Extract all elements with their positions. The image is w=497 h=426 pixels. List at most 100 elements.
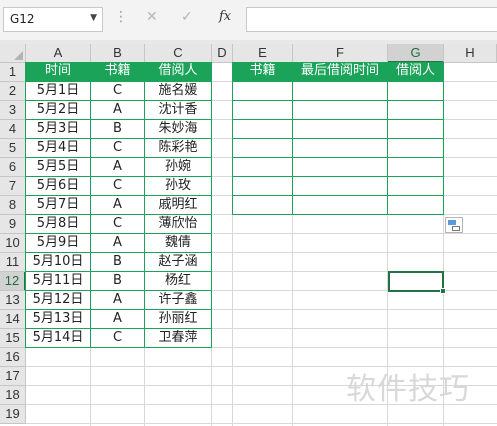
row-header-13[interactable]: 13	[0, 291, 26, 310]
table1-header-cell[interactable]: 时间	[25, 62, 91, 82]
table1-cell[interactable]: 5月2日	[25, 100, 91, 120]
table1-cell[interactable]: 赵子涵	[144, 252, 212, 272]
table2-empty-cell[interactable]	[232, 81, 293, 101]
row-header-1[interactable]: 1	[0, 63, 26, 82]
table1-cell[interactable]: A	[90, 290, 145, 310]
table1-cell[interactable]: 沈计香	[144, 100, 212, 120]
table1-cell[interactable]: C	[90, 138, 145, 158]
select-all-corner[interactable]	[0, 44, 26, 63]
selected-cell-g12[interactable]	[388, 271, 446, 294]
column-header-e[interactable]: E	[233, 44, 293, 63]
table1-cell[interactable]: 5月1日	[25, 81, 91, 101]
row-header-10[interactable]: 10	[0, 234, 26, 253]
table2-empty-cell[interactable]	[232, 119, 293, 139]
table1-cell[interactable]: 5月8日	[25, 214, 91, 234]
table2-empty-cell[interactable]	[292, 100, 388, 120]
table2-empty-cell[interactable]	[387, 157, 444, 177]
table1-cell[interactable]: A	[90, 100, 145, 120]
column-header-h[interactable]: H	[444, 44, 497, 63]
table1-cell[interactable]: 5月5日	[25, 157, 91, 177]
table1-cell[interactable]: A	[90, 233, 145, 253]
row-header-3[interactable]: 3	[0, 101, 26, 120]
table1-cell[interactable]: 5月13日	[25, 309, 91, 329]
table2-empty-cell[interactable]	[232, 100, 293, 120]
row-header-9[interactable]: 9	[0, 215, 26, 234]
row-header-17[interactable]: 17	[0, 367, 26, 386]
table1-cell[interactable]: B	[90, 271, 145, 291]
formula-input[interactable]	[246, 7, 497, 32]
table1-header-cell[interactable]: 借阅人	[144, 62, 212, 82]
table1-cell[interactable]: 陈彩艳	[144, 138, 212, 158]
table1-cell[interactable]: 孙婉	[144, 157, 212, 177]
table1-cell[interactable]: 卫春萍	[144, 328, 212, 348]
table2-empty-cell[interactable]	[292, 81, 388, 101]
column-header-b[interactable]: B	[91, 44, 145, 63]
more-vertical-icon[interactable]: ⋮	[114, 10, 128, 24]
cancel-icon[interactable]: ✕	[146, 9, 158, 25]
table1-cell[interactable]: 5月11日	[25, 271, 91, 291]
table1-cell[interactable]: 戚明红	[144, 195, 212, 215]
table1-cell[interactable]: 杨红	[144, 271, 212, 291]
enter-check-icon[interactable]: ✓	[181, 9, 193, 25]
table1-cell[interactable]: C	[90, 214, 145, 234]
table2-empty-cell[interactable]	[232, 138, 293, 158]
column-header-a[interactable]: A	[26, 44, 91, 63]
table2-empty-cell[interactable]	[387, 81, 444, 101]
row-header-18[interactable]: 18	[0, 386, 26, 405]
table1-cell[interactable]: 5月10日	[25, 252, 91, 272]
table1-cell[interactable]: 许子鑫	[144, 290, 212, 310]
table1-cell[interactable]: 5月12日	[25, 290, 91, 310]
table1-cell[interactable]: 5月7日	[25, 195, 91, 215]
table1-cell[interactable]: 5月9日	[25, 233, 91, 253]
table1-cell[interactable]: 5月3日	[25, 119, 91, 139]
row-header-7[interactable]: 7	[0, 177, 26, 196]
table1-cell[interactable]: 施名媛	[144, 81, 212, 101]
quick-analysis-icon[interactable]	[445, 217, 463, 233]
table2-header-cell[interactable]: 最后借阅时间	[292, 62, 388, 82]
table2-empty-cell[interactable]	[387, 195, 444, 215]
row-header-16[interactable]: 16	[0, 348, 26, 367]
column-header-c[interactable]: C	[145, 44, 212, 63]
table1-header-cell[interactable]: 书籍	[90, 62, 145, 82]
row-header-12[interactable]: 12	[0, 272, 26, 291]
fill-handle[interactable]	[440, 288, 446, 294]
table2-empty-cell[interactable]	[232, 176, 293, 196]
table2-empty-cell[interactable]	[292, 195, 388, 215]
table2-empty-cell[interactable]	[292, 157, 388, 177]
row-header-4[interactable]: 4	[0, 120, 26, 139]
table2-empty-cell[interactable]	[292, 119, 388, 139]
row-header-5[interactable]: 5	[0, 139, 26, 158]
table2-empty-cell[interactable]	[387, 138, 444, 158]
row-header-19[interactable]: 19	[0, 405, 26, 424]
table1-cell[interactable]: 朱妙海	[144, 119, 212, 139]
table2-empty-cell[interactable]	[387, 119, 444, 139]
table2-empty-cell[interactable]	[387, 100, 444, 120]
row-header-6[interactable]: 6	[0, 158, 26, 177]
table1-cell[interactable]: B	[90, 119, 145, 139]
column-header-g[interactable]: G	[388, 44, 444, 63]
name-box[interactable]: G12 ▼	[3, 7, 103, 32]
table1-cell[interactable]: A	[90, 157, 145, 177]
table1-cell[interactable]: A	[90, 195, 145, 215]
table1-cell[interactable]: C	[90, 328, 145, 348]
row-header-2[interactable]: 2	[0, 82, 26, 101]
row-header-15[interactable]: 15	[0, 329, 26, 348]
table1-cell[interactable]: 孙丽红	[144, 309, 212, 329]
table1-cell[interactable]: C	[90, 81, 145, 101]
table2-header-cell[interactable]: 借阅人	[387, 62, 444, 82]
table1-cell[interactable]: 5月14日	[25, 328, 91, 348]
table2-empty-cell[interactable]	[292, 176, 388, 196]
chevron-down-icon[interactable]: ▼	[90, 13, 97, 23]
column-header-f[interactable]: F	[293, 44, 388, 63]
table1-cell[interactable]: 薄欣怡	[144, 214, 212, 234]
row-header-14[interactable]: 14	[0, 310, 26, 329]
row-header-11[interactable]: 11	[0, 253, 26, 272]
row-header-8[interactable]: 8	[0, 196, 26, 215]
table2-empty-cell[interactable]	[232, 195, 293, 215]
table1-cell[interactable]: 孙玫	[144, 176, 212, 196]
table2-header-cell[interactable]: 书籍	[232, 62, 293, 82]
table1-cell[interactable]: 魏倩	[144, 233, 212, 253]
table1-cell[interactable]: 5月4日	[25, 138, 91, 158]
insert-function-icon[interactable]: fx	[219, 9, 231, 24]
table1-cell[interactable]: A	[90, 309, 145, 329]
